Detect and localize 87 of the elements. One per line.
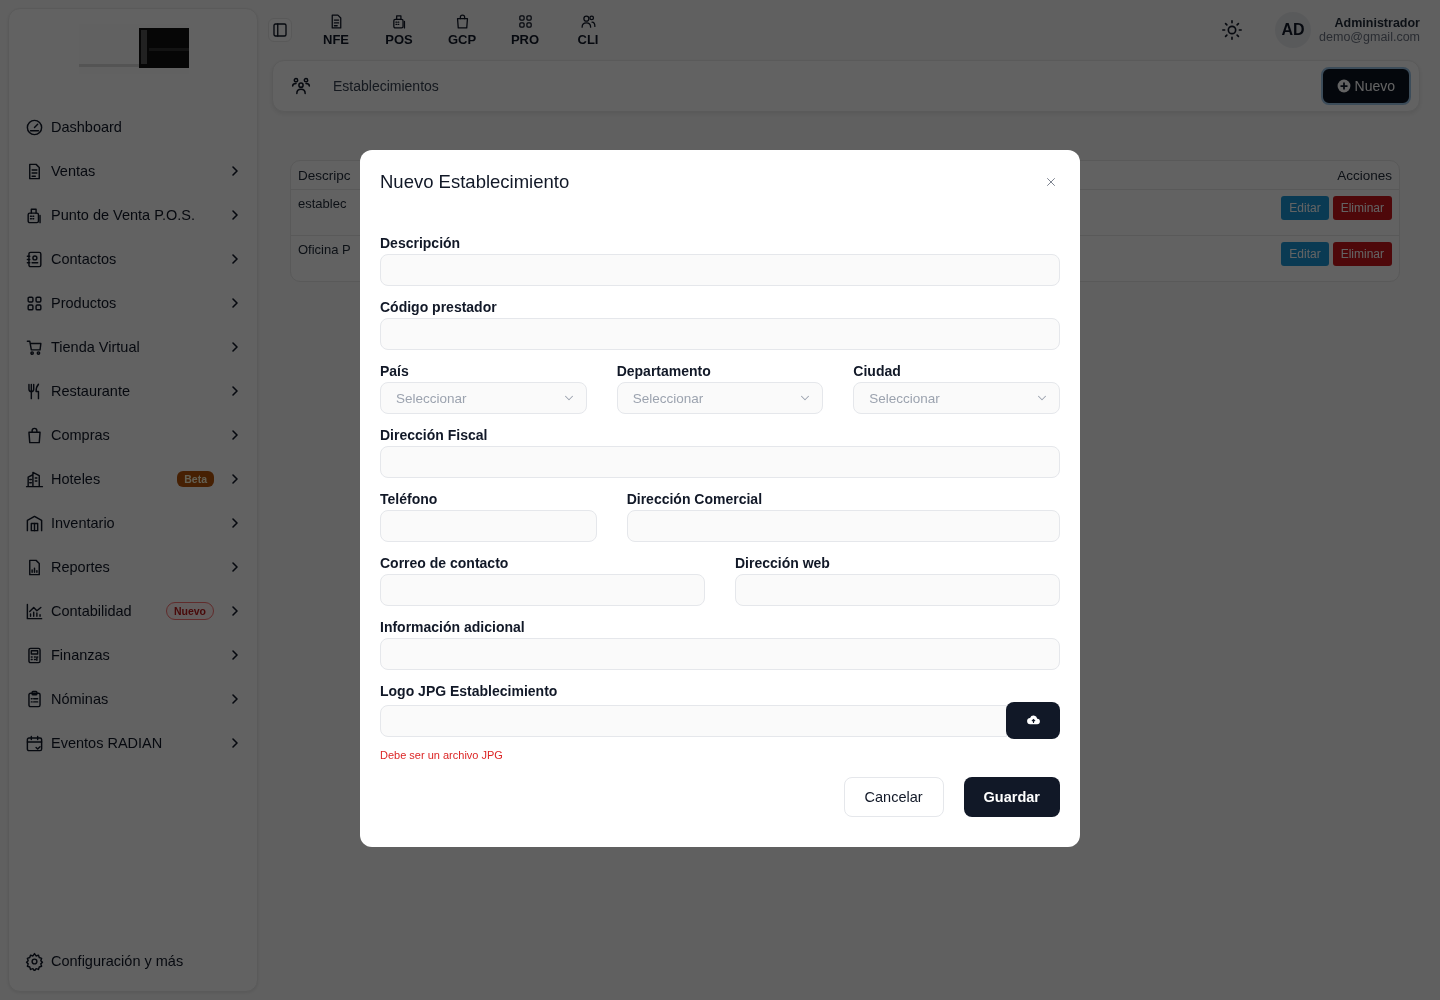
- column-header: Acciones: [1337, 167, 1392, 183]
- cash-register-icon: [25, 205, 44, 225]
- nav-tab[interactable]: GCP: [438, 13, 486, 47]
- field-label: Departamento: [616, 362, 712, 380]
- sidebar-item[interactable]: Restaurante: [25, 369, 243, 413]
- field-label: Ciudad: [853, 362, 902, 380]
- nav-tab[interactable]: NFE: [312, 13, 360, 47]
- close-icon: [1044, 175, 1058, 189]
- delete-button[interactable]: Eliminar: [1332, 242, 1392, 266]
- chart-icon: [25, 601, 44, 621]
- field-label: Dirección Comercial: [626, 490, 764, 508]
- select-field[interactable]: Seleccionar: [380, 382, 587, 414]
- contact-card-icon: [25, 249, 44, 269]
- building-icon: [25, 469, 44, 489]
- nav-tab[interactable]: PRO: [501, 13, 549, 47]
- field-label: Teléfono: [380, 490, 439, 508]
- field-label: Dirección Fiscal: [380, 426, 489, 444]
- sidebar-item[interactable]: Dashboard: [25, 105, 243, 149]
- user-name: Administrador: [1334, 16, 1420, 30]
- input-field[interactable]: [380, 318, 1060, 350]
- modal-title: Nuevo Establecimiento: [380, 171, 570, 193]
- table-cell: Oficina P: [298, 242, 351, 257]
- table-cell: establec: [298, 196, 347, 211]
- field-label: Descripción: [380, 234, 462, 252]
- edit-button[interactable]: Editar: [1281, 242, 1329, 266]
- column-header: Descripc: [298, 167, 351, 183]
- sidebar-item[interactable]: Compras: [25, 413, 243, 457]
- input-field[interactable]: [380, 510, 597, 542]
- sidebar-item[interactable]: Nóminas: [25, 677, 243, 721]
- sidebar-item[interactable]: Ventas: [25, 149, 243, 193]
- file-field[interactable]: [380, 704, 1007, 737]
- grid-icon: [516, 13, 534, 30]
- calculator-icon: [25, 645, 44, 665]
- cart-icon: [25, 337, 44, 357]
- sidebar-toggle-button[interactable]: [268, 18, 292, 42]
- new-button[interactable]: Nuevo: [1320, 67, 1411, 105]
- plus-circle-icon: [1336, 79, 1351, 93]
- input-field[interactable]: [380, 574, 705, 606]
- sidebar-item[interactable]: Hoteles Beta: [25, 457, 243, 501]
- page-title: Establecimientos: [333, 78, 439, 94]
- sidebar-item[interactable]: Contabilidad Nuevo: [25, 589, 243, 633]
- avatar[interactable]: AD: [1275, 12, 1312, 48]
- close-button[interactable]: [1044, 175, 1058, 189]
- upload-button[interactable]: [1006, 702, 1060, 739]
- field-label: Código prestador: [380, 298, 498, 316]
- grid-icon: [25, 293, 44, 313]
- sidebar-item[interactable]: Tienda Virtual: [25, 325, 243, 369]
- bag-icon: [25, 425, 44, 445]
- badge: Beta: [177, 471, 214, 487]
- sidebar-item[interactable]: Punto de Venta P.O.S.: [25, 193, 243, 237]
- input-field[interactable]: [626, 510, 1060, 542]
- sun-icon[interactable]: [1221, 19, 1244, 41]
- field-label: Dirección web: [735, 554, 831, 572]
- input-field[interactable]: [380, 254, 1060, 286]
- sidebar-item[interactable]: Finanzas: [25, 633, 243, 677]
- settings-icon: [25, 951, 44, 971]
- input-field[interactable]: [380, 638, 1060, 670]
- people-group-icon: [291, 76, 311, 96]
- cash-register-icon: [390, 13, 408, 30]
- save-button[interactable]: Guardar: [963, 777, 1060, 817]
- select-field[interactable]: Seleccionar: [853, 382, 1060, 414]
- sidebar-item[interactable]: Productos: [25, 281, 243, 325]
- error-message: Debe ser un archivo JPG: [380, 749, 504, 761]
- sidebar-item[interactable]: Eventos RADIAN: [25, 721, 243, 765]
- calendar-icon: [25, 733, 44, 753]
- sidebar-item[interactable]: Inventario: [25, 501, 243, 545]
- field-label: Logo JPG Establecimiento: [380, 682, 559, 700]
- edit-button[interactable]: Editar: [1281, 196, 1329, 220]
- warehouse-icon: [25, 513, 44, 533]
- settings-link[interactable]: Configuración y más: [25, 939, 243, 983]
- field-label: País: [380, 362, 410, 380]
- field-label: Correo de contacto: [380, 554, 510, 572]
- sidebar-toggle-icon: [271, 21, 289, 39]
- field-label: Información adicional: [380, 618, 526, 636]
- gauge-icon: [25, 117, 44, 137]
- sidebar-item[interactable]: Reportes: [25, 545, 243, 589]
- nav-tab[interactable]: POS: [375, 13, 423, 47]
- input-field[interactable]: [735, 574, 1060, 606]
- users-icon: [579, 13, 597, 30]
- select-field[interactable]: Seleccionar: [616, 382, 824, 414]
- input-field[interactable]: [380, 446, 1060, 478]
- badge: Nuevo: [165, 602, 214, 620]
- clipboard-icon: [25, 689, 44, 709]
- cancel-button[interactable]: Cancelar: [843, 777, 944, 817]
- delete-button[interactable]: Eliminar: [1332, 196, 1392, 220]
- sidebar-item[interactable]: Contactos: [25, 237, 243, 281]
- nav-tab[interactable]: CLI: [564, 13, 612, 47]
